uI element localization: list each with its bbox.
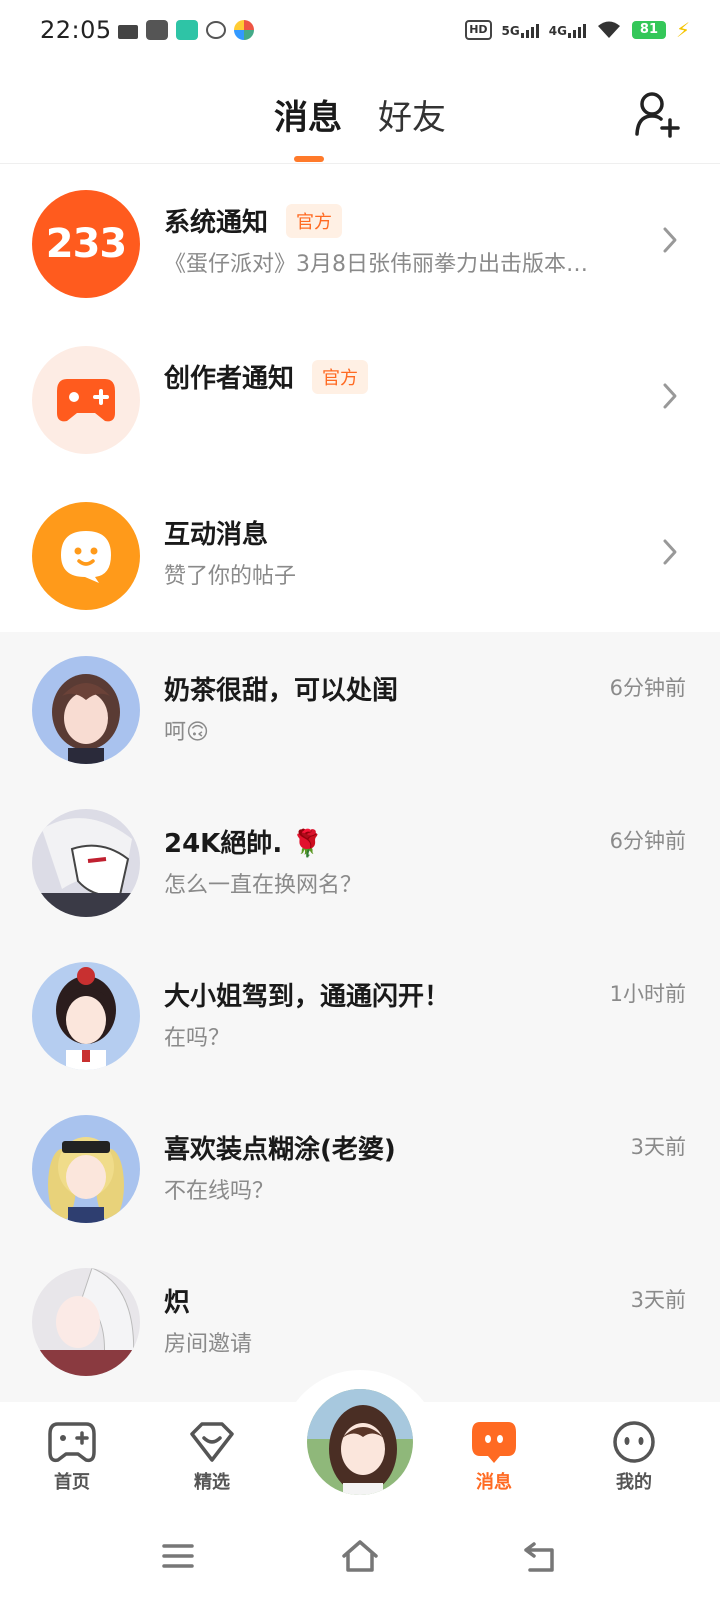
signal-5g-icon: 5G — [502, 22, 539, 38]
avatar — [32, 1115, 140, 1223]
official-badge: 官方 — [286, 204, 343, 238]
chat-name: 炽 — [164, 1288, 191, 1318]
nav-home-label: 首页 — [54, 1472, 90, 1493]
battery-icon: 81 — [631, 21, 666, 39]
notification-title: 创作者通知 官方 — [164, 358, 369, 395]
home-icon[interactable] — [340, 1536, 380, 1576]
avatar — [32, 656, 140, 764]
hd-voice-icon: HD — [465, 20, 492, 40]
chevron-right-icon — [663, 383, 677, 409]
chat-list: 奶茶很甜，可以处闺 呵🙃 6分钟前 24K絕帥. 🌹 怎么一直在换网名？ 6分钟… — [0, 632, 720, 1402]
avatar — [32, 962, 140, 1070]
chevron-right-icon — [663, 227, 677, 253]
nav-mine[interactable]: 我的 — [584, 1402, 684, 1514]
network-type-label: 4G — [548, 24, 567, 38]
nav-messages[interactable]: 消息 — [444, 1402, 544, 1514]
creator-notice-avatar — [32, 346, 140, 454]
chat-time: 6分钟前 — [609, 676, 686, 700]
notification-subtitle: 《蛋仔派对》3月8日张伟丽拳力出击版本… — [164, 252, 588, 277]
chat-last-message: 怎么一直在换网名？ — [164, 873, 363, 898]
chat-row[interactable]: 24K絕帥. 🌹 怎么一直在换网名？ 6分钟前 — [0, 785, 720, 941]
chat-name: 24K絕帥. 🌹 — [164, 829, 324, 859]
notification-title-text: 创作者通知 — [164, 364, 295, 394]
chat-name: 奶茶很甜，可以处闺 — [164, 676, 399, 706]
chat-row[interactable]: 大小姐驾到，通通闪开！ 在吗？ 1小时前 — [0, 938, 720, 1094]
system-nav-bar — [0, 1514, 720, 1602]
chat-name: 喜欢装点糊涂(老婆) — [164, 1135, 396, 1165]
chat-last-message: 房间邀请 — [164, 1332, 253, 1357]
chat-last-message: 呵🙃 — [164, 720, 209, 745]
status-bar: 22:05 HD 5G 4G 81 ⚡ — [0, 0, 720, 64]
gamepad-icon — [48, 1422, 96, 1463]
message-bubble-icon — [472, 1422, 516, 1463]
nav-home[interactable]: 首页 — [22, 1402, 122, 1514]
nav-featured[interactable]: 精选 — [162, 1402, 262, 1514]
233-logo-icon: 233 — [45, 221, 127, 267]
notification-title-text: 系统通知 — [164, 208, 269, 238]
chat-last-message: 在吗？ — [164, 1026, 231, 1051]
system-indicators: HD 5G 4G 81 ⚡ — [465, 18, 690, 42]
notification-row-system[interactable]: 233 系统通知 官方 《蛋仔派对》3月8日张伟丽拳力出击版本… — [0, 164, 720, 320]
center-avatar-button[interactable] — [304, 1386, 416, 1498]
nav-messages-label: 消息 — [476, 1472, 512, 1493]
app-notification-icon — [146, 20, 168, 40]
video-icon — [118, 24, 138, 39]
status-time: 22:05 — [40, 16, 112, 44]
network-type-label: 5G — [501, 24, 520, 38]
chat-time: 1小时前 — [609, 982, 686, 1006]
chat-name: 大小姐驾到，通通闪开！ — [164, 982, 451, 1012]
gamepad-plus-icon — [57, 379, 115, 422]
chat-time: 6分钟前 — [609, 829, 686, 853]
back-icon[interactable] — [520, 1536, 560, 1576]
chat-time: 3天前 — [630, 1288, 686, 1312]
official-badge: 官方 — [312, 360, 369, 394]
tab-friends[interactable]: 好友 — [378, 90, 446, 139]
nav-mine-label: 我的 — [616, 1472, 652, 1493]
tab-indicator — [294, 156, 324, 162]
avatar — [32, 809, 140, 917]
interaction-notice-avatar — [32, 502, 140, 610]
wechat-icon — [206, 21, 226, 39]
app-ring-icon — [234, 20, 254, 40]
heart-diamond-icon — [190, 1422, 234, 1462]
tab-messages[interactable]: 消息 — [274, 90, 342, 139]
top-tab-bar: 消息 好友 — [0, 64, 720, 164]
app-notification-icon — [176, 20, 198, 40]
notification-title: 互动消息 — [164, 520, 269, 550]
chevron-right-icon — [663, 539, 677, 565]
notification-title: 系统通知 官方 — [164, 202, 343, 239]
add-friend-icon[interactable] — [634, 90, 682, 138]
smile-bubble-icon — [61, 531, 111, 583]
chat-row[interactable]: 奶茶很甜，可以处闺 呵🙃 6分钟前 — [0, 632, 720, 788]
avatar — [32, 1268, 140, 1376]
system-notice-avatar: 233 — [32, 190, 140, 298]
menu-icon[interactable] — [158, 1536, 198, 1576]
notification-row-creator[interactable]: 创作者通知 官方 — [0, 320, 720, 476]
notification-subtitle: 赞了你的帖子 — [164, 564, 297, 589]
signal-4g-icon: 4G — [549, 22, 586, 38]
chat-time: 3天前 — [630, 1135, 686, 1159]
nav-featured-label: 精选 — [194, 1472, 230, 1493]
notification-row-interaction[interactable]: 互动消息 赞了你的帖子 — [0, 476, 720, 632]
notification-icons — [118, 20, 254, 40]
smile-face-icon — [613, 1421, 655, 1463]
charging-icon: ⚡ — [675, 18, 690, 42]
chat-row[interactable]: 喜欢装点糊涂(老婆) 不在线吗？ 3天前 — [0, 1091, 720, 1247]
wifi-icon — [596, 20, 622, 40]
chat-last-message: 不在线吗？ — [164, 1179, 275, 1204]
